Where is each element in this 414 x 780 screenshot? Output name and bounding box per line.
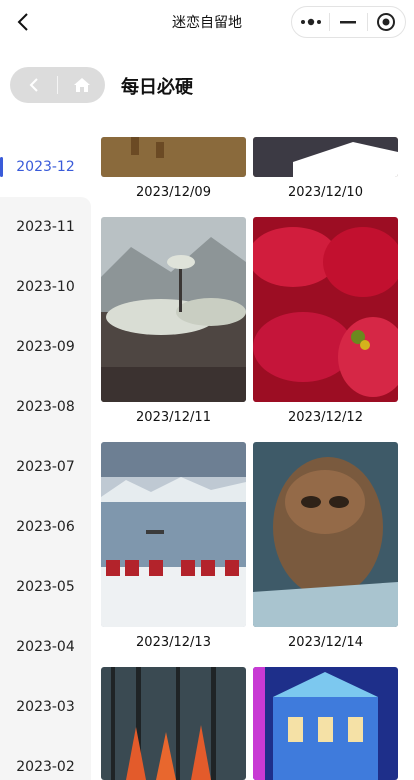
- sidebar-month-item[interactable]: 2023-11: [0, 197, 91, 257]
- wallpaper-card[interactable]: [101, 667, 246, 780]
- mini-program-capsule: [291, 6, 406, 38]
- sidebar-month-item[interactable]: 2023-08: [0, 377, 91, 437]
- wallpaper-date: 2023/12/12: [288, 410, 363, 425]
- wallpaper-grid: 2023/12/09 2023/12/10 2023/12/11 2023/12/12…: [91, 137, 414, 780]
- wallpaper-thumbnail[interactable]: [253, 667, 398, 780]
- wallpaper-date: 2023/12/13: [136, 635, 211, 650]
- pill-home-button[interactable]: [58, 67, 105, 103]
- wallpaper-thumbnail[interactable]: [101, 442, 246, 627]
- close-button[interactable]: [368, 6, 405, 38]
- page-title: 每日必硬: [121, 77, 193, 98]
- wallpaper-thumbnail[interactable]: [253, 217, 398, 402]
- top-navigation-bar: 迷恋自留地: [0, 0, 414, 44]
- wallpaper-thumbnail[interactable]: [101, 667, 246, 780]
- target-circle-icon: [377, 13, 396, 31]
- wallpaper-thumbnail[interactable]: [253, 442, 398, 627]
- pill-back-button[interactable]: [10, 67, 57, 103]
- wallpaper-card[interactable]: 2023/12/11: [101, 217, 246, 427]
- wallpaper-date: 2023/12/14: [288, 635, 363, 650]
- sidebar-month-item[interactable]: 2023-03: [0, 677, 91, 737]
- wallpaper-date: 2023/12/10: [288, 185, 363, 200]
- more-button[interactable]: [292, 6, 329, 38]
- sidebar-month-item[interactable]: 2023-07: [0, 437, 91, 497]
- month-sidebar: 2023-12 2023-11 2023-10 2023-09 2023-08 2023-…: [0, 137, 91, 780]
- wallpaper-card[interactable]: 2023/12/09: [101, 137, 246, 202]
- wallpaper-card[interactable]: 2023/12/10: [253, 137, 398, 202]
- sidebar-month-item[interactable]: 2023-06: [0, 497, 91, 557]
- wallpaper-card[interactable]: 2023/12/14: [253, 442, 398, 652]
- active-month-indicator: [0, 157, 3, 177]
- wallpaper-date: 2023/12/09: [136, 185, 211, 200]
- wallpaper-card[interactable]: [253, 667, 398, 780]
- sidebar-month-item[interactable]: 2023-05: [0, 557, 91, 617]
- home-icon: [73, 78, 90, 92]
- sidebar-month-item[interactable]: 2023-12: [0, 137, 91, 197]
- sidebar-month-item[interactable]: 2023-04: [0, 617, 91, 677]
- chevron-left-icon: [29, 78, 38, 92]
- sidebar-month-item[interactable]: 2023-02: [0, 737, 91, 780]
- wallpaper-card[interactable]: 2023/12/12: [253, 217, 398, 427]
- sidebar-month-item[interactable]: 2023-09: [0, 317, 91, 377]
- wallpaper-thumbnail[interactable]: [253, 137, 398, 177]
- sidebar-month-item[interactable]: 2023-10: [0, 257, 91, 317]
- back-home-pill: [10, 67, 105, 103]
- minimize-icon: [340, 21, 357, 24]
- wallpaper-card[interactable]: 2023/12/13: [101, 442, 246, 652]
- minimize-button[interactable]: [330, 6, 367, 38]
- wallpaper-thumbnail[interactable]: [101, 217, 246, 402]
- wallpaper-thumbnail[interactable]: [101, 137, 246, 177]
- wallpaper-date: 2023/12/11: [136, 410, 211, 425]
- more-dots-icon: [300, 18, 321, 26]
